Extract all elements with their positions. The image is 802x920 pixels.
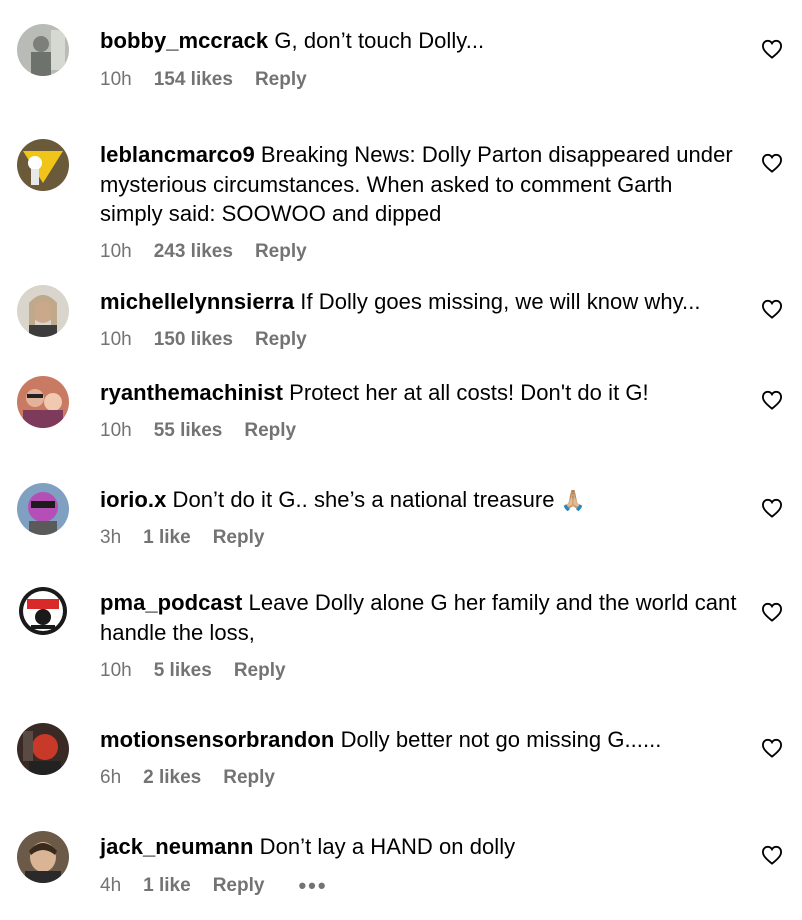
- username[interactable]: michellelynnsierra: [100, 289, 294, 314]
- heart-outline-icon[interactable]: [761, 498, 783, 518]
- timestamp[interactable]: 10h: [100, 69, 132, 91]
- timestamp[interactable]: 10h: [100, 241, 132, 263]
- reply-button[interactable]: Reply: [223, 767, 275, 789]
- like-count[interactable]: 1 like: [143, 527, 191, 549]
- like-count[interactable]: 5 likes: [154, 660, 212, 682]
- comment-text: pma_podcast Leave Dolly alone G her fami…: [100, 588, 740, 647]
- comment-text: bobby_mccrack G, don’t touch Dolly...: [100, 26, 740, 56]
- heart-outline-icon[interactable]: [761, 153, 783, 173]
- comment-body: Don’t do it G.. she’s a national treasur…: [172, 487, 555, 512]
- reply-button[interactable]: Reply: [213, 527, 265, 549]
- timestamp[interactable]: 10h: [100, 420, 132, 442]
- timestamp[interactable]: 3h: [100, 527, 121, 549]
- username[interactable]: motionsensorbrandon: [100, 727, 334, 752]
- reply-button[interactable]: Reply: [255, 69, 307, 91]
- comment-text: michellelynnsierra If Dolly goes missing…: [100, 287, 740, 317]
- username[interactable]: bobby_mccrack: [100, 28, 268, 53]
- avatar[interactable]: [17, 24, 69, 76]
- avatar[interactable]: [17, 139, 69, 191]
- reply-button[interactable]: Reply: [234, 660, 286, 682]
- comment-text: leblancmarco9 Breaking News: Dolly Parto…: [100, 140, 740, 229]
- like-count[interactable]: 55 likes: [154, 420, 223, 442]
- username[interactable]: pma_podcast: [100, 590, 242, 615]
- reply-button[interactable]: Reply: [255, 329, 307, 351]
- heart-outline-icon[interactable]: [761, 738, 783, 758]
- like-count[interactable]: 154 likes: [154, 69, 233, 91]
- comment-meta: 10h 5 likes Reply: [100, 660, 286, 682]
- comment-meta: 10h 55 likes Reply: [100, 420, 296, 442]
- comment-body: G, don’t touch Dolly...: [274, 28, 485, 53]
- like-count[interactable]: 1 like: [143, 875, 191, 897]
- avatar[interactable]: [17, 376, 69, 428]
- comment-meta: 6h 2 likes Reply: [100, 767, 275, 789]
- comment-body: Don’t lay a HAND on dolly: [259, 834, 516, 859]
- comment-meta: 10h 150 likes Reply: [100, 329, 307, 351]
- heart-outline-icon[interactable]: [761, 390, 783, 410]
- comment-body: Protect her at all costs! Don't do it G!: [289, 380, 649, 405]
- comment-text: ryanthemachinist Protect her at all cost…: [100, 378, 740, 408]
- avatar[interactable]: [17, 723, 69, 775]
- reply-button[interactable]: Reply: [255, 241, 307, 263]
- heart-outline-icon[interactable]: [761, 299, 783, 319]
- like-count[interactable]: 150 likes: [154, 329, 233, 351]
- avatar[interactable]: [17, 831, 69, 883]
- comment-body: If Dolly goes missing, we will know why.…: [300, 289, 701, 314]
- username[interactable]: jack_neumann: [100, 834, 253, 859]
- heart-outline-icon[interactable]: [761, 39, 783, 59]
- like-count[interactable]: 2 likes: [143, 767, 201, 789]
- more-options-icon[interactable]: •••: [298, 875, 327, 897]
- comment-text: jack_neumann Don’t lay a HAND on dolly: [100, 832, 740, 862]
- comment-meta: 3h 1 like Reply: [100, 527, 264, 549]
- avatar[interactable]: [17, 285, 69, 337]
- timestamp[interactable]: 6h: [100, 767, 121, 789]
- heart-outline-icon[interactable]: [761, 602, 783, 622]
- timestamp[interactable]: 4h: [100, 875, 121, 897]
- heart-outline-icon[interactable]: [761, 845, 783, 865]
- comment-meta: 10h 243 likes Reply: [100, 241, 307, 263]
- reply-button[interactable]: Reply: [244, 420, 296, 442]
- reply-button[interactable]: Reply: [213, 875, 265, 897]
- praying-hands-emoji: 🙏🏼: [560, 488, 586, 512]
- comment-text: iorio.x Don’t do it G.. she’s a national…: [100, 485, 740, 516]
- comment-meta: 4h 1 like Reply •••: [100, 875, 328, 897]
- avatar[interactable]: [17, 585, 69, 637]
- comment-meta: 10h 154 likes Reply: [100, 69, 307, 91]
- username[interactable]: ryanthemachinist: [100, 380, 283, 405]
- username[interactable]: iorio.x: [100, 487, 166, 512]
- timestamp[interactable]: 10h: [100, 660, 132, 682]
- like-count[interactable]: 243 likes: [154, 241, 233, 263]
- avatar[interactable]: [17, 483, 69, 535]
- timestamp[interactable]: 10h: [100, 329, 132, 351]
- username[interactable]: leblancmarco9: [100, 142, 255, 167]
- comment-body: Dolly better not go missing G......: [340, 727, 662, 752]
- comment-text: motionsensorbrandon Dolly better not go …: [100, 725, 740, 755]
